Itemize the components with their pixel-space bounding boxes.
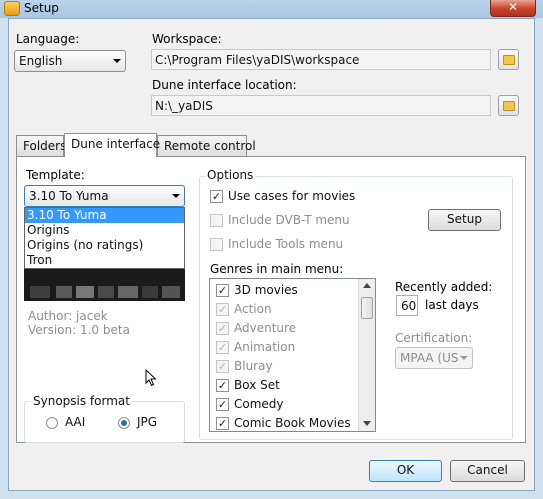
synopsis-aai-radio[interactable] xyxy=(46,417,58,429)
title-bar xyxy=(0,0,543,18)
scrollbar-thumb[interactable] xyxy=(361,297,373,319)
genre-label: Adventure xyxy=(234,321,297,335)
synopsis-aai-label: AAI xyxy=(65,415,86,429)
options-title: Options xyxy=(205,168,256,182)
template-version: Version: 1.0 beta xyxy=(28,323,130,337)
workspace-field[interactable]: C:\Program Files\yaDIS\workspace xyxy=(151,49,491,70)
dune-location-field[interactable]: N:\_yaDIS xyxy=(151,95,491,116)
template-value: 3.10 To Yuma xyxy=(29,189,109,203)
genre-label: Animation xyxy=(234,340,296,354)
genre-checkbox[interactable]: ✓ xyxy=(216,379,229,392)
dune-location-label: Dune interface location: xyxy=(152,78,297,92)
template-option[interactable]: 3.10 To Yuma xyxy=(25,208,184,223)
app-icon xyxy=(4,1,20,16)
genre-checkbox[interactable]: ✓ xyxy=(216,398,229,411)
workspace-browse-button[interactable] xyxy=(498,49,519,70)
list-item[interactable]: ✓ Bluray xyxy=(210,357,375,376)
genre-label: Box Set xyxy=(234,378,280,392)
template-dropdown-list: 3.10 To Yuma Origins Origins (no ratings… xyxy=(24,207,185,269)
folder-icon xyxy=(503,55,515,65)
tab-remote-control[interactable]: Remote control xyxy=(157,135,256,157)
dvbt-checkbox[interactable] xyxy=(210,214,223,227)
certification-label: Certification: xyxy=(395,331,473,345)
recently-added-field[interactable]: 60 xyxy=(396,295,418,316)
template-option[interactable]: Origins xyxy=(25,223,184,238)
template-label: Template: xyxy=(26,168,85,182)
tab-folders[interactable]: Folders xyxy=(16,135,66,157)
genres-list[interactable]: ✓ 3D movies ✓ Action ✓ Adventure ✓ Anima… xyxy=(209,278,376,432)
dvbt-label: Include DVB-T menu xyxy=(228,213,350,227)
genre-label: Comedy xyxy=(234,397,284,411)
use-cases-checkbox[interactable]: ✓ xyxy=(210,190,223,203)
scroll-down-icon[interactable] xyxy=(363,421,371,426)
list-item[interactable]: ✓ Animation xyxy=(210,338,375,357)
setup-button[interactable]: Setup xyxy=(428,209,501,231)
list-item[interactable]: ✓ Comedy xyxy=(210,395,375,414)
recently-added-label: Recently added: xyxy=(395,280,493,294)
language-select[interactable]: English xyxy=(14,50,126,72)
tools-label: Include Tools menu xyxy=(228,237,344,251)
cancel-button[interactable]: Cancel xyxy=(450,460,525,482)
genre-label: 3D movies xyxy=(234,283,298,297)
synopsis-jpg-radio[interactable] xyxy=(118,417,130,429)
certification-select[interactable]: MPAA (US xyxy=(395,347,473,369)
genre-checkbox[interactable]: ✓ xyxy=(216,284,229,297)
genre-label: Action xyxy=(234,302,272,316)
genres-scrollbar[interactable] xyxy=(358,279,375,431)
list-item[interactable]: ✓ Adventure xyxy=(210,319,375,338)
template-select[interactable]: 3.10 To Yuma xyxy=(24,185,185,207)
scroll-up-icon[interactable] xyxy=(363,283,371,288)
genre-label: Comic Book Movies xyxy=(234,416,351,430)
tab-dune-interface[interactable]: Dune interface xyxy=(64,133,160,157)
workspace-label: Workspace: xyxy=(152,32,222,46)
use-cases-label: Use cases for movies xyxy=(228,189,356,203)
genre-checkbox[interactable]: ✓ xyxy=(216,417,229,430)
genre-checkbox[interactable]: ✓ xyxy=(216,360,229,373)
synopsis-title: Synopsis format xyxy=(31,394,132,408)
list-item[interactable]: ✓ 3D movies xyxy=(210,281,375,300)
list-item[interactable]: ✓ Action xyxy=(210,300,375,319)
dune-location-browse-button[interactable] xyxy=(498,95,519,116)
genre-checkbox[interactable]: ✓ xyxy=(216,341,229,354)
tools-checkbox[interactable] xyxy=(210,238,223,251)
template-option[interactable]: Origins (no ratings) xyxy=(25,238,184,253)
chevron-down-icon xyxy=(460,356,468,360)
ok-button[interactable]: OK xyxy=(369,460,442,482)
language-value: English xyxy=(19,54,63,68)
template-author: Author: jacek xyxy=(28,309,108,323)
recently-added-suffix: last days xyxy=(425,298,479,312)
folder-icon xyxy=(503,101,515,111)
mouse-cursor-icon xyxy=(145,369,157,387)
chevron-down-icon xyxy=(113,59,121,63)
template-option[interactable]: Tron xyxy=(25,253,184,268)
list-item[interactable]: ✓ Box Set xyxy=(210,376,375,395)
synopsis-jpg-label: JPG xyxy=(137,415,158,429)
genre-label: Bluray xyxy=(234,359,273,373)
list-item[interactable]: ✓ Comic Book Movies xyxy=(210,414,375,431)
certification-value: MPAA (US xyxy=(400,351,459,365)
language-label: Language: xyxy=(16,32,80,46)
close-button[interactable]: ✕ xyxy=(490,0,536,17)
chevron-down-icon xyxy=(172,194,180,198)
window-title: Setup xyxy=(24,1,59,15)
template-preview xyxy=(24,268,185,301)
genre-checkbox[interactable]: ✓ xyxy=(216,303,229,316)
genres-label: Genres in main menu: xyxy=(210,262,344,276)
genre-checkbox[interactable]: ✓ xyxy=(216,322,229,335)
